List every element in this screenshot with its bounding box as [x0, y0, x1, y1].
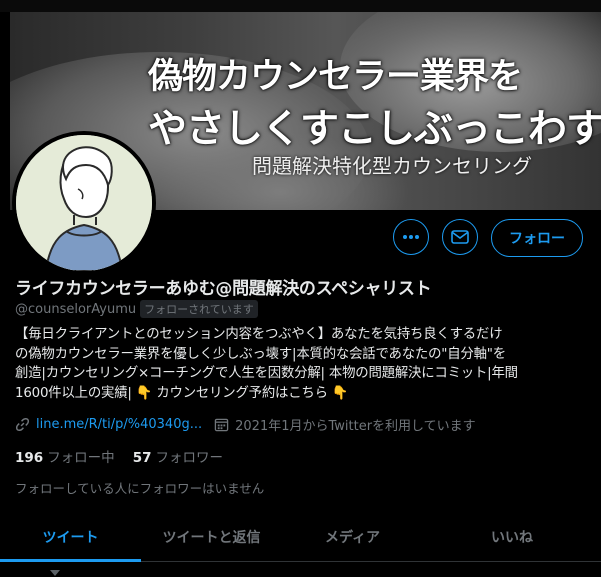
tab-label: ツイートと返信 — [162, 529, 261, 546]
joined-date: 2021年1月からTwitterを利用しています — [235, 419, 476, 434]
profile-tabs: ツイート ツイートと返信 メディア いいね — [0, 512, 601, 562]
avatar-illustration — [16, 135, 152, 271]
bio-line: 創造|カウンセリング×コーチングで人生を因数分解| 本物の問題解決にコミット|年… — [15, 366, 518, 381]
follow-button[interactable]: フォロー — [491, 219, 583, 257]
follow-counts: 196 フォロー中 57 フォロワー — [15, 446, 241, 466]
handle-row: @counselorAyumu フォローされています — [15, 300, 258, 318]
more-button[interactable] — [393, 219, 429, 255]
followers-number: 57 — [132, 450, 152, 466]
link-icon — [15, 417, 30, 432]
tab-label: ツイート — [42, 529, 99, 546]
envelope-icon — [451, 230, 469, 244]
tab-label: メディア — [324, 529, 381, 546]
bio-line: 1600件以上の実績| 👇 カウンセリング予約はこちら 👇 — [15, 385, 349, 401]
following-count[interactable]: 196 フォロー中 — [15, 446, 115, 466]
following-label: フォロー中 — [47, 450, 115, 466]
active-tab-indicator — [0, 559, 141, 562]
mutual-followers-notice: フォローしている人にフォロワーはいません — [15, 481, 265, 496]
followers-count[interactable]: 57 フォロワー — [133, 446, 223, 466]
bio-line: 【毎日クライアントとのセッション内容をつぶやく】あなたを気持ち良くするだけ — [15, 327, 503, 342]
bio-line: の偽物カウンセラー業界を優しく少しぶっ壊す|本質的な会話であなたの"自分軸"を — [15, 346, 506, 362]
followers-label: フォロワー — [155, 450, 223, 466]
message-button[interactable] — [442, 219, 478, 255]
scroll-caret-icon — [50, 570, 60, 576]
banner-headline-1: 偽物カウンセラー業界を — [148, 57, 523, 97]
top-strip — [0, 0, 601, 12]
tab-tweets[interactable]: ツイート — [0, 512, 141, 562]
profile-meta: line.me/R/ti/p/%40340g... 2021年1月からTwitt… — [15, 415, 476, 434]
profile-bio: 【毎日クライアントとのセッション内容をつぶやく】あなたを気持ち良くするだけ の偽… — [15, 325, 587, 403]
banner-subtitle: 問題解決特化型カウンセリング — [252, 154, 532, 178]
tab-likes[interactable]: いいね — [423, 512, 601, 561]
tab-tweets-and-replies[interactable]: ツイートと返信 — [141, 512, 282, 561]
profile-name: ライフカウンセラーあゆむ@問題解決のスペシャリスト — [15, 279, 432, 299]
tab-label: いいね — [491, 529, 533, 546]
following-number: 196 — [15, 450, 44, 466]
calendar-icon — [214, 418, 229, 432]
more-icon — [403, 235, 419, 239]
avatar[interactable] — [12, 131, 156, 275]
profile-handle: @counselorAyumu — [15, 301, 137, 317]
tab-media[interactable]: メディア — [282, 512, 423, 561]
banner-headline-2: やさしくすこしぶっこわす — [148, 107, 601, 152]
follows-you-badge: フォローされています — [140, 300, 258, 318]
profile-link[interactable]: line.me/R/ti/p/%40340g... — [36, 417, 202, 432]
